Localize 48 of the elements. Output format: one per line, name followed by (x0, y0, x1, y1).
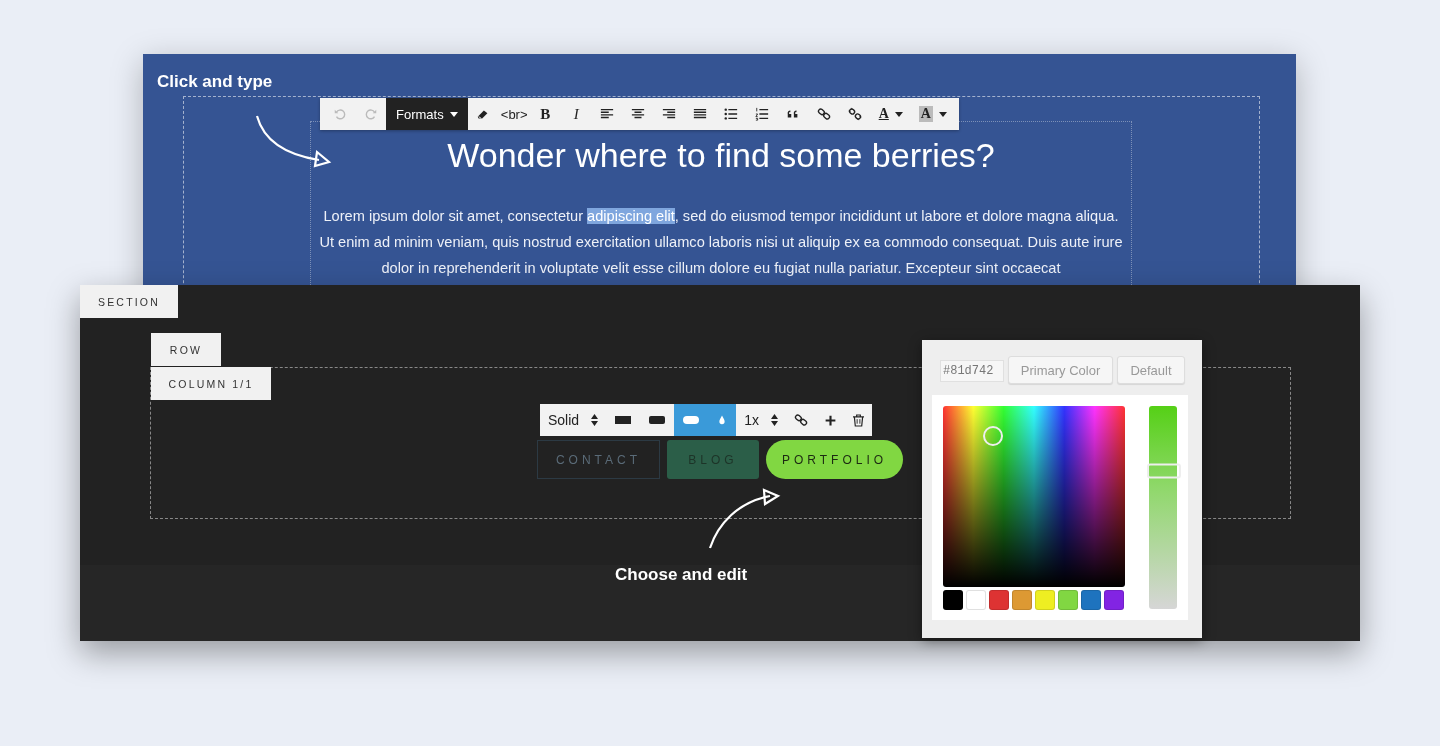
color-swatch[interactable] (989, 590, 1009, 610)
style-select[interactable]: Solid (540, 404, 607, 436)
color-swatch[interactable] (1012, 590, 1032, 610)
curved-arrow-icon (708, 488, 780, 550)
text-color-button[interactable]: A (870, 98, 911, 130)
align-left-icon (600, 107, 615, 121)
align-right-icon (662, 107, 677, 121)
unlink-icon (848, 107, 863, 121)
color-swatch[interactable] (966, 590, 986, 610)
caret-icon (938, 111, 947, 117)
element-tag[interactable]: COLUMN 1/1 (151, 367, 271, 400)
justify-icon (693, 107, 708, 121)
redo-icon (363, 107, 378, 121)
up-down-icon (770, 414, 778, 426)
up-down-icon (591, 414, 599, 426)
color-swatch[interactable] (1035, 590, 1055, 610)
numbered-list-icon (755, 107, 770, 121)
bold-button[interactable]: B (529, 98, 561, 130)
line-break-button[interactable]: <br> (498, 98, 530, 130)
link-icon (817, 107, 832, 121)
plus-icon (823, 413, 837, 427)
heading: Wonder where to find some berries? (447, 136, 995, 175)
undo-icon (332, 107, 347, 121)
element-tag[interactable]: ROW (151, 333, 221, 366)
link-button[interactable]: PORTFOLIO (766, 440, 903, 479)
link-icon (793, 413, 808, 427)
color-gradient[interactable] (943, 406, 1125, 587)
style-select[interactable]: 1x (736, 404, 786, 436)
callout-label: Choose and edit (615, 565, 748, 585)
picker-handle[interactable] (983, 426, 1003, 446)
element-tag[interactable]: SECTION (80, 285, 178, 318)
italic-button[interactable]: I (560, 98, 592, 130)
color-swatch[interactable] (1081, 590, 1101, 610)
color-swatch[interactable] (1058, 590, 1078, 610)
caret-icon (449, 111, 458, 117)
bullet-list-icon (724, 107, 739, 121)
hex-field[interactable]: #81d742 (940, 360, 1004, 382)
background-color-button[interactable]: A (910, 98, 955, 130)
caret-icon (894, 111, 903, 117)
trash-icon (852, 413, 864, 427)
drop-button[interactable] (708, 404, 737, 436)
color-swatch[interactable] (1104, 590, 1124, 610)
formats-dropdown[interactable]: Formats (386, 98, 468, 130)
callout-label: Click and type (157, 72, 273, 92)
slider-thumb[interactable] (1147, 463, 1181, 479)
align-center-icon (631, 107, 646, 121)
paragraph: Lorem ipsum dolor sit amet, consectetur adipiscing elit, sed do eiusmod tempor incididunt ut labore et dolore magna aliqua. Ut enim ad minim veniam, quis nostrud exercitation ullamco laboris nisi ut aliquip ex ea commodo consequat. Duis aute irure dolor in reprehenderit in voluptate velit esse cillum dolore eu fugiat nulla pariatur. Excepteur sint occaecat (318, 207, 1124, 278)
color-swatch[interactable] (943, 590, 963, 610)
